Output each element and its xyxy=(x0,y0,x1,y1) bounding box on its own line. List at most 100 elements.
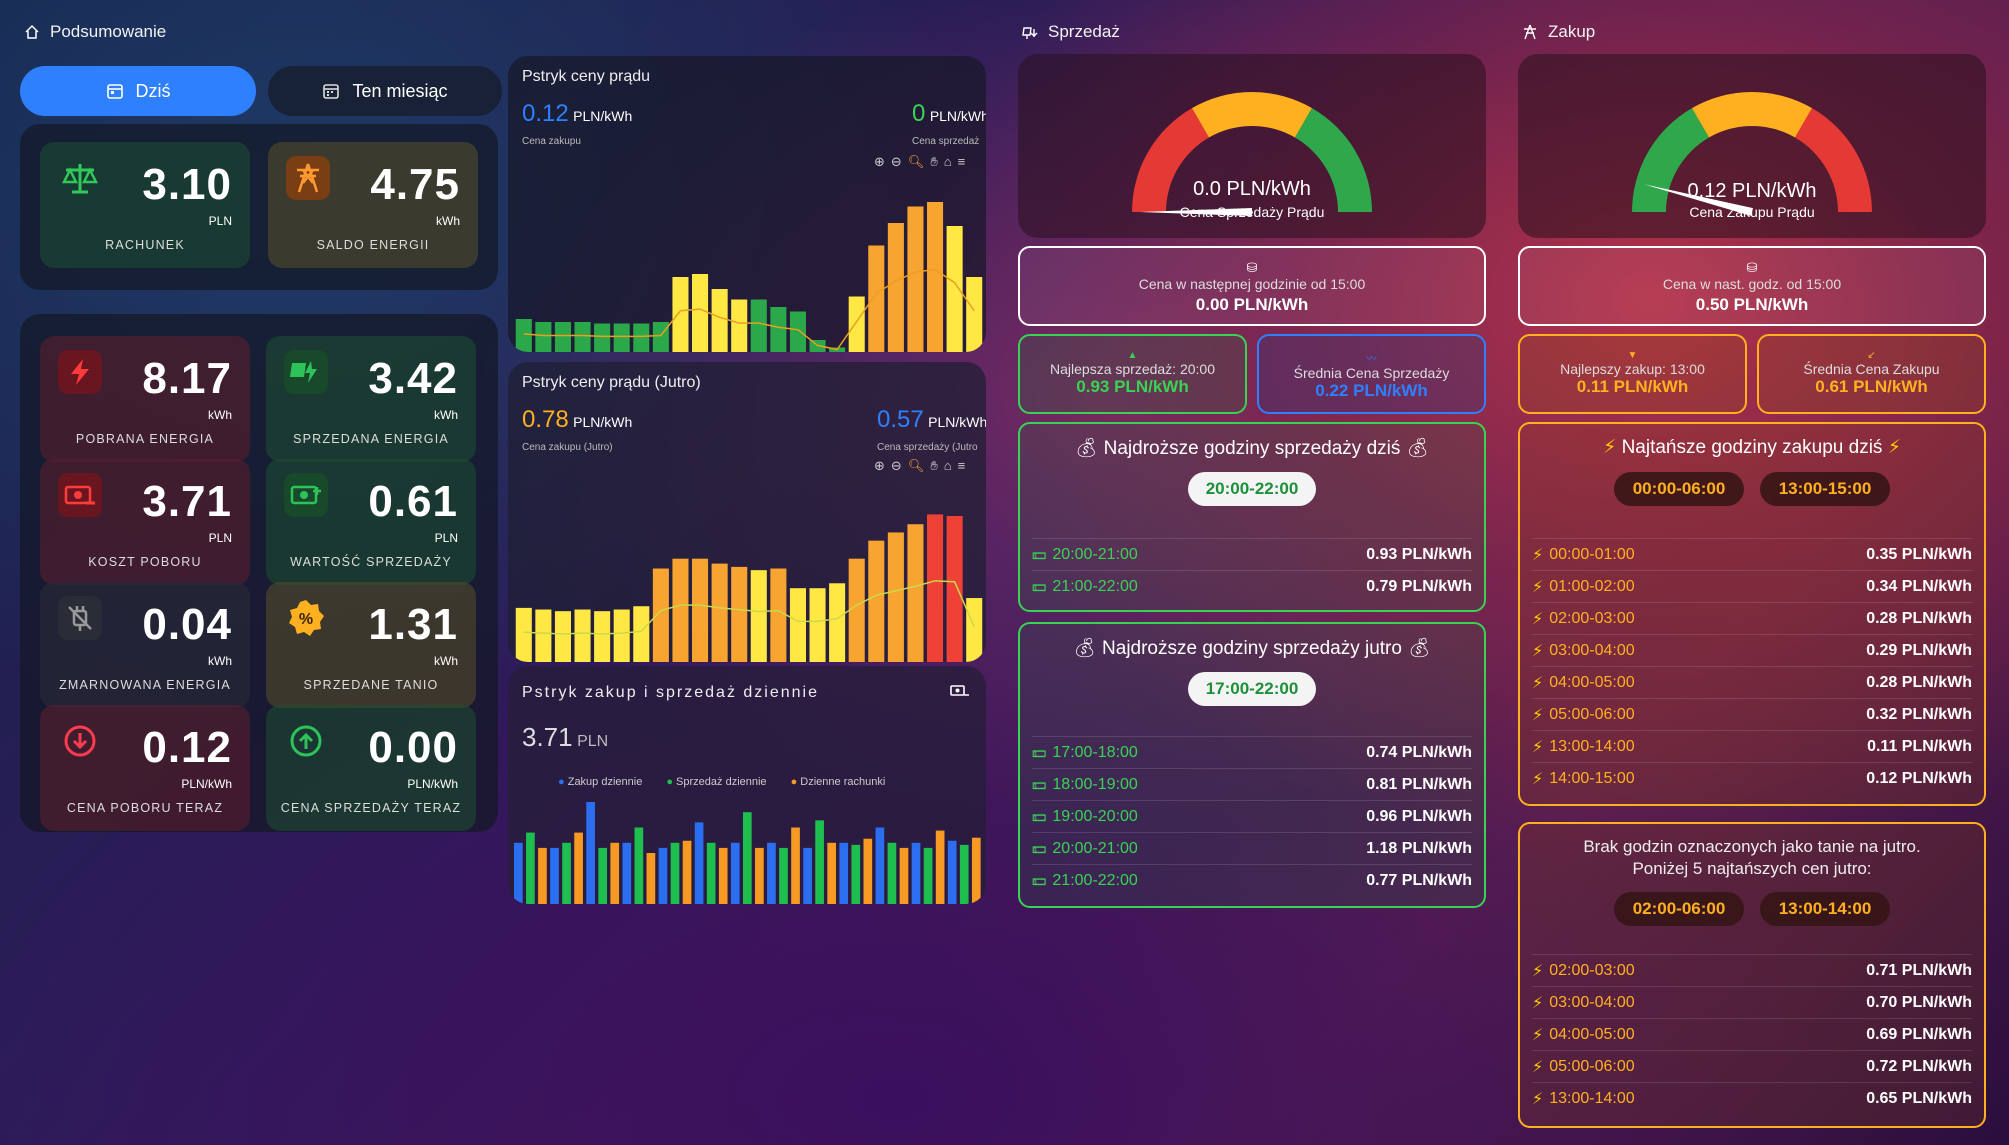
summary-top-card: 3.10 PLN RACHUNEK 4.75 kWh SALDO ENERGII xyxy=(20,124,498,290)
home-icon[interactable]: ⌂ xyxy=(944,458,952,474)
chart-bar xyxy=(927,514,944,662)
legend-item[interactable]: ● Sprzedaż dziennie xyxy=(666,776,766,788)
zoom-out-icon[interactable]: ⊖ xyxy=(891,458,902,474)
lightning-icon: ⚡ xyxy=(1532,546,1544,564)
menu-icon[interactable]: ≡ xyxy=(958,154,966,170)
tile-bill[interactable]: 3.10 PLN RACHUNEK xyxy=(40,142,250,268)
money-bag-icon: 💰︎ xyxy=(1074,438,1099,459)
cash-icon: 💵︎ xyxy=(1032,577,1047,595)
tile-export-value[interactable]: 0.61 PLN WARTOŚĆ SPRZEDAŻY xyxy=(266,459,476,585)
chart-bar xyxy=(574,609,591,662)
lightning-icon: ⚡ xyxy=(1532,962,1544,980)
cash-icon: 💵︎ xyxy=(1032,807,1047,825)
chart-bar xyxy=(718,847,728,904)
chart-bar xyxy=(634,827,644,904)
tile-imported-energy[interactable]: 8.17 kWh POBRANA ENERGIA xyxy=(40,336,250,462)
time-pill: 13:00-15:00 xyxy=(1760,472,1890,506)
chart-bar xyxy=(622,842,632,904)
chart-bar xyxy=(887,532,904,662)
tile-exported-energy[interactable]: 3.42 kWh SPRZEDANA ENERGIA xyxy=(266,336,476,462)
chart-bar xyxy=(923,847,933,904)
chart-bar xyxy=(887,223,904,352)
power-off-icon xyxy=(58,596,102,640)
time-pill: 17:00-22:00 xyxy=(1188,672,1316,706)
chart-tomorrow-plot xyxy=(515,514,983,662)
lightning-icon: ⚡ xyxy=(1532,770,1544,788)
chart-bar xyxy=(875,827,885,904)
lightning-icon: ⚡ xyxy=(1532,578,1544,596)
list-item: ⚡ 03:00-04:00 0.29 PLN/kWh xyxy=(1532,634,1972,666)
chart-bar xyxy=(652,568,669,662)
chart-bar xyxy=(652,322,669,352)
list-item: ⚡ 00:00-01:00 0.35 PLN/kWh xyxy=(1532,538,1972,570)
legend-item[interactable]: ● Dzienne rachunki xyxy=(791,776,886,788)
chart-today-plot xyxy=(515,202,983,352)
list-item: ⚡ 13:00-14:00 0.11 PLN/kWh xyxy=(1532,730,1972,762)
chart-daily-card: Pstryk zakup i sprzedaż dziennie 3.71 PL… xyxy=(508,666,986,904)
chart-bar xyxy=(613,323,630,352)
list-item: 💵︎ 21:00-22:00 0.77 PLN/kWh xyxy=(1032,864,1472,896)
tile-import-cost[interactable]: 3.71 PLN KOSZT POBORU xyxy=(40,459,250,585)
arrow-up-circle-icon xyxy=(284,719,328,763)
lightning-icon: ⚡ xyxy=(1532,674,1544,692)
menu-icon[interactable]: ≡ xyxy=(958,458,966,474)
chart-bar xyxy=(554,611,571,662)
chart-bar xyxy=(574,832,583,904)
legend-item[interactable]: ● Zakup dziennie xyxy=(558,776,642,788)
chart-bar xyxy=(515,319,532,352)
home-icon[interactable]: ⌂ xyxy=(944,154,952,170)
chart-bar xyxy=(966,598,983,662)
cash-plus-icon xyxy=(284,473,328,517)
chart-daily-plot xyxy=(514,802,981,904)
search-icon[interactable]: 🔍︎ xyxy=(908,458,925,474)
list-item: ⚡ 14:00-15:00 0.12 PLN/kWh xyxy=(1532,762,1972,794)
chart-bar xyxy=(538,847,547,904)
lightning-icon: ⚡ xyxy=(1532,642,1544,660)
energy-balance-value: 4.75 xyxy=(370,160,460,209)
chart-bar xyxy=(899,847,909,904)
chart-bar xyxy=(966,277,983,352)
panel-title: 💰︎ Najdroższe godziny sprzedaży jutro 💰︎ xyxy=(1072,638,1432,659)
zoom-in-icon[interactable]: ⊕ xyxy=(874,154,885,170)
pan-hand-icon[interactable]: ✋︎ xyxy=(930,458,937,474)
list-item: ⚡ 03:00-04:00 0.70 PLN/kWh xyxy=(1532,986,1972,1018)
tile-export-price-now[interactable]: 0.00 PLN/kWh CENA SPRZEDAŻY TERAZ xyxy=(266,705,476,831)
buy-gauge-value: 0.12 PLN/kWh xyxy=(1687,180,1817,202)
list-item: ⚡ 04:00-05:00 0.69 PLN/kWh xyxy=(1532,1018,1972,1050)
tile-energy-balance[interactable]: 4.75 kWh SALDO ENERGII xyxy=(268,142,478,268)
transmission-tower-icon xyxy=(1524,24,1536,40)
tab-today[interactable]: Dziś xyxy=(20,66,256,116)
sell-gauge-value: 0.0 PLN/kWh xyxy=(1193,178,1311,200)
bill-value: 3.10 xyxy=(142,160,232,209)
tile-import-price-now[interactable]: 0.12 PLN/kWh CENA POBORU TERAZ xyxy=(40,705,250,831)
money-bag-icon: 💰︎ xyxy=(1405,438,1430,459)
search-icon[interactable]: 🔍︎ xyxy=(908,154,925,170)
chart-bar xyxy=(535,609,552,662)
zoom-out-icon[interactable]: ⊖ xyxy=(891,154,902,170)
chart-bar xyxy=(711,563,728,662)
tile-wasted-energy[interactable]: 0.04 kWh ZMARNOWANA ENERGIA xyxy=(40,582,250,708)
sell-best: ▲ Najlepsza sprzedaż: 20:00 0.93 PLN/kWh xyxy=(1018,334,1247,414)
chart-bar xyxy=(848,558,865,662)
tab-this-month[interactable]: Ten miesiąc xyxy=(268,66,502,116)
chart-bar xyxy=(946,516,963,662)
chart-bar xyxy=(839,842,849,904)
list-item: 💵︎ 20:00-21:00 0.93 PLN/kWh xyxy=(1032,538,1472,570)
solar-panel-icon xyxy=(284,350,328,394)
chart-bar xyxy=(658,847,668,904)
pan-hand-icon[interactable]: ✋︎ xyxy=(930,154,937,170)
chart-bar xyxy=(694,822,704,904)
panel-title: ⚡ Najtańsze godziny zakupu dziś ⚡ xyxy=(1602,437,1902,458)
panel-title: 💰︎ Najdroższe godziny sprzedaży dziś 💰︎ xyxy=(1074,438,1430,459)
chart-bar xyxy=(692,274,709,352)
zoom-in-icon[interactable]: ⊕ xyxy=(874,458,885,474)
tile-sold-cheap[interactable]: % 1.31 kWh SPRZEDANE TANIO xyxy=(266,582,476,708)
list-item: ⚡ 04:00-05:00 0.28 PLN/kWh xyxy=(1532,666,1972,698)
home-icon xyxy=(25,24,39,39)
list-item: ⚡ 01:00-02:00 0.34 PLN/kWh xyxy=(1532,570,1972,602)
buy-tomorrow-panel: Brak godzin oznaczonych jako tanie na ju… xyxy=(1518,822,1986,1128)
chart-bar xyxy=(827,842,837,904)
cash-icon[interactable] xyxy=(950,684,970,703)
chart-bar xyxy=(829,583,846,662)
chart-bar xyxy=(791,827,800,904)
